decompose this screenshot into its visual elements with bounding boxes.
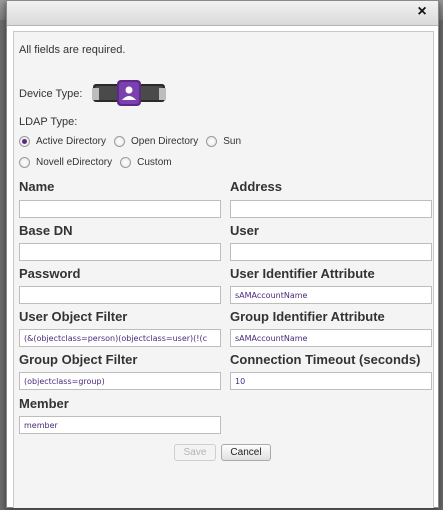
ldap-type-row-1: Active Directory Open Directory Sun xyxy=(19,136,249,147)
radio-label-custom[interactable]: Custom xyxy=(137,157,171,168)
server-user-icon xyxy=(91,78,167,108)
user-object-filter-label: User Object Filter xyxy=(19,309,128,324)
device-type-label: Device Type: xyxy=(19,88,83,100)
group-identifier-input[interactable]: sAMAccountName xyxy=(230,329,432,347)
ldap-type-row-2: Novell eDirectory Custom xyxy=(19,157,180,168)
address-label: Address xyxy=(230,179,283,194)
radio-label-sun[interactable]: Sun xyxy=(223,136,241,147)
radio-active-directory[interactable] xyxy=(19,136,30,147)
member-label: Member xyxy=(19,396,69,411)
ldap-device-dialog: × All fields are required. Device Type: … xyxy=(6,0,439,508)
radio-sun[interactable] xyxy=(206,136,218,147)
user-object-filter-input[interactable]: (&(objectclass=person)(objectclass=user)… xyxy=(19,329,221,347)
connection-timeout-input[interactable]: 10 xyxy=(230,372,432,390)
dialog-titlebar: × xyxy=(7,1,438,26)
radio-selected-dot xyxy=(22,139,27,144)
password-input[interactable] xyxy=(19,286,221,304)
radio-novell-edirectory[interactable] xyxy=(19,157,30,168)
save-button[interactable]: Save xyxy=(174,444,216,461)
name-label: Name xyxy=(19,179,55,194)
member-input[interactable]: member xyxy=(19,416,221,434)
group-object-filter-label: Group Object Filter xyxy=(19,352,138,367)
required-note: All fields are required. xyxy=(19,44,126,56)
radio-label-novell-edirectory[interactable]: Novell eDirectory xyxy=(36,157,112,168)
user-input[interactable] xyxy=(230,243,432,261)
address-input[interactable] xyxy=(230,200,432,218)
radio-label-active-directory[interactable]: Active Directory xyxy=(36,136,106,147)
close-icon[interactable]: × xyxy=(412,2,432,22)
ldap-type-label: LDAP Type: xyxy=(19,116,78,128)
user-identifier-label: User Identifier Attribute xyxy=(230,266,375,281)
form-panel: All fields are required. Device Type: LD… xyxy=(13,31,434,508)
name-input[interactable] xyxy=(19,200,221,218)
group-object-filter-input[interactable]: (objectclass=group) xyxy=(19,372,221,390)
base-dn-input[interactable] xyxy=(19,243,221,261)
password-label: Password xyxy=(19,266,81,281)
cancel-button[interactable]: Cancel xyxy=(221,444,271,461)
user-identifier-input[interactable]: sAMAccountName xyxy=(230,286,432,304)
group-identifier-label: Group Identifier Attribute xyxy=(230,309,385,324)
radio-label-open-directory[interactable]: Open Directory xyxy=(131,136,198,147)
radio-custom[interactable] xyxy=(120,157,132,168)
radio-open-directory[interactable] xyxy=(114,136,126,147)
base-dn-label: Base DN xyxy=(19,223,73,238)
user-label: User xyxy=(230,223,259,238)
connection-timeout-label: Connection Timeout (seconds) xyxy=(230,352,421,367)
